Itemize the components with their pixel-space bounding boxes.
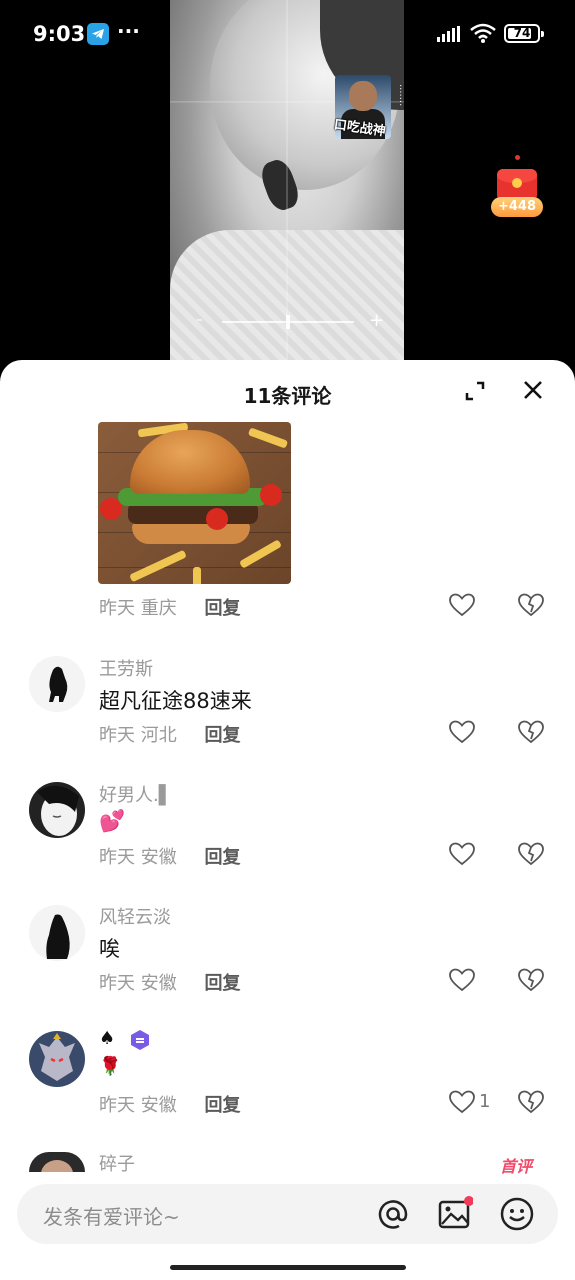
- emoji-icon[interactable]: [499, 1196, 535, 1232]
- battery-icon: 74: [504, 24, 544, 43]
- comment-emoji: 🌹: [99, 1056, 122, 1077]
- dislike-icon[interactable]: [518, 593, 544, 617]
- telegram-icon: [87, 23, 109, 45]
- zoom-out-icon[interactable]: –: [196, 312, 203, 328]
- comment-input-placeholder: 发条有爱评论~: [43, 1205, 180, 1229]
- zoom-slider[interactable]: [222, 315, 354, 329]
- like-icon[interactable]: [449, 720, 475, 744]
- battery-level: 74: [513, 26, 531, 40]
- comments-title: 11条评论: [243, 384, 332, 408]
- close-icon[interactable]: [522, 379, 544, 401]
- red-packet-button[interactable]: +448: [491, 155, 543, 217]
- dislike-icon[interactable]: [518, 842, 544, 866]
- reply-button[interactable]: 回复: [204, 725, 240, 746]
- avatar[interactable]: [29, 782, 85, 838]
- video-side-text: ·······: [394, 84, 404, 107]
- image-icon[interactable]: [437, 1196, 473, 1232]
- avatar[interactable]: [29, 1152, 85, 1172]
- dislike-icon[interactable]: [518, 720, 544, 744]
- reply-button[interactable]: 回复: [204, 847, 240, 868]
- mention-icon[interactable]: [375, 1196, 411, 1232]
- comment-image[interactable]: [98, 422, 291, 584]
- like-icon[interactable]: [449, 593, 475, 617]
- avatar[interactable]: [29, 1031, 85, 1087]
- red-packet-amount: +448: [491, 197, 543, 217]
- dislike-icon[interactable]: [518, 968, 544, 992]
- more-notifications-icon: ···: [117, 19, 140, 43]
- comment-username[interactable]: 风轻云淡: [99, 903, 171, 929]
- like-icon[interactable]: [449, 968, 475, 992]
- dislike-icon[interactable]: [518, 1090, 544, 1114]
- comment-meta: 昨天 安徽 回复: [99, 847, 241, 868]
- comment-username[interactable]: 好男人.▌: [99, 781, 173, 807]
- comment-username[interactable]: 碎子: [99, 1150, 135, 1176]
- zoom-in-icon[interactable]: +: [369, 310, 384, 331]
- reply-button[interactable]: 回复: [204, 1095, 240, 1116]
- like-icon[interactable]: [449, 1090, 475, 1114]
- video-player[interactable]: 口吃战神 ······· – +: [170, 0, 404, 360]
- signal-icon: [437, 26, 460, 42]
- first-comment-badge: 首评: [500, 1157, 533, 1176]
- comments-panel: 11条评论 昨天 重庆 回复 王劳斯 超凡征途88速来 昨天 河北 回复 好男人…: [0, 360, 575, 1280]
- wifi-icon: [470, 23, 496, 43]
- status-time: 9:03: [33, 22, 86, 46]
- comment-meta: 昨天 重庆 回复: [99, 598, 241, 619]
- like-count: 1: [479, 1091, 491, 1112]
- comment-emoji: 💕: [99, 809, 126, 833]
- comment-text: 超凡征途88速来: [99, 689, 252, 713]
- avatar[interactable]: [29, 656, 85, 712]
- like-icon[interactable]: [449, 842, 475, 866]
- comment-username[interactable]: ♠: [99, 1028, 115, 1049]
- comment-username[interactable]: 王劳斯: [99, 655, 153, 681]
- comment-meta: 昨天 河北 回复: [99, 725, 241, 746]
- expand-icon[interactable]: [464, 380, 486, 402]
- reply-button[interactable]: 回复: [204, 598, 240, 619]
- comment-meta: 昨天 安徽 回复: [99, 1095, 241, 1116]
- comment-meta: 昨天 安徽 回复: [99, 973, 241, 994]
- avatar[interactable]: [29, 905, 85, 961]
- reply-button[interactable]: 回复: [204, 973, 240, 994]
- level-badge-icon: [131, 1030, 149, 1050]
- home-indicator[interactable]: [170, 1265, 406, 1270]
- comment-input[interactable]: 发条有爱评论~: [17, 1184, 558, 1244]
- comment-text: 唉: [99, 937, 120, 961]
